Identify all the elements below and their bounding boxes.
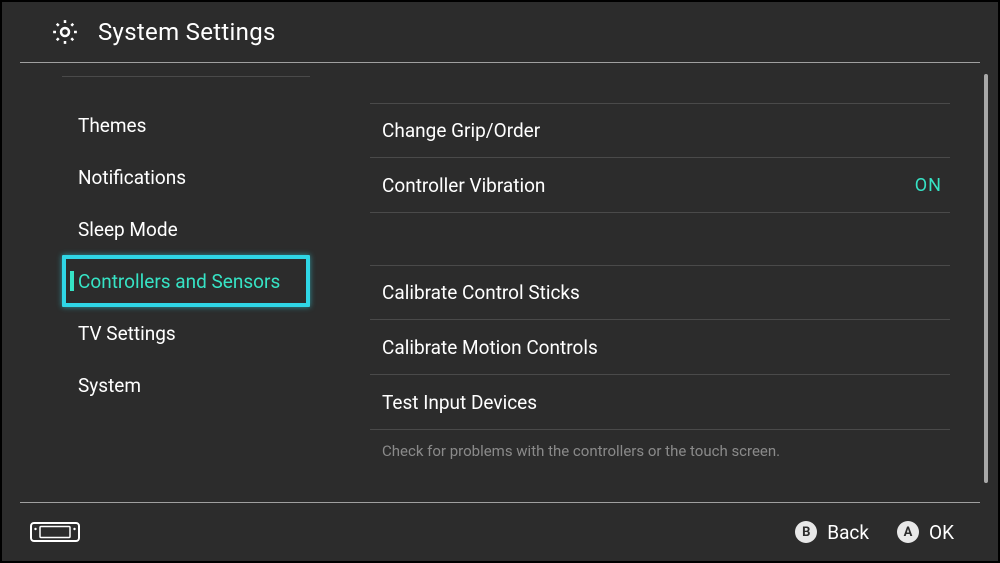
option-label: Calibrate Motion Controls xyxy=(382,336,598,359)
option-label: Change Grip/Order xyxy=(382,119,540,142)
sidebar-item-controllers-sensors[interactable]: Controllers and Sensors xyxy=(62,255,310,307)
a-button-icon: A xyxy=(897,521,919,543)
ok-button[interactable]: A OK xyxy=(897,521,954,544)
page-title: System Settings xyxy=(98,18,276,46)
back-button[interactable]: B Back xyxy=(795,521,869,544)
option-calibrate-motion-controls[interactable]: Calibrate Motion Controls xyxy=(370,320,950,375)
sidebar-item-label: Controllers and Sensors xyxy=(78,270,280,293)
sidebar-item-label: amiibo xyxy=(78,63,139,67)
option-change-grip-order[interactable]: Change Grip/Order xyxy=(370,103,950,158)
sidebar: amiibo Themes Notifications Sleep Mode C… xyxy=(2,63,330,493)
sidebar-item-label: TV Settings xyxy=(78,322,176,345)
button-label: OK xyxy=(929,521,954,544)
b-button-icon: B xyxy=(795,521,817,543)
sidebar-item-label: Notifications xyxy=(78,166,186,189)
sidebar-item-sleep-mode[interactable]: Sleep Mode xyxy=(62,203,310,255)
option-group-gap xyxy=(370,213,950,265)
sidebar-item-label: Sleep Mode xyxy=(78,218,178,241)
sidebar-item-label: Themes xyxy=(78,114,146,137)
sidebar-item-label: System xyxy=(78,374,141,397)
header: System Settings xyxy=(2,2,998,62)
option-value: ON xyxy=(915,175,942,196)
main: amiibo Themes Notifications Sleep Mode C… xyxy=(2,63,998,493)
scrollbar-thumb[interactable] xyxy=(984,74,988,483)
gear-icon xyxy=(50,17,80,47)
sidebar-item-amiibo[interactable]: amiibo xyxy=(62,63,310,77)
footer: B Back A OK xyxy=(2,503,998,561)
helper-text: Check for problems with the controllers … xyxy=(370,430,950,460)
sidebar-item-notifications[interactable]: Notifications xyxy=(62,151,310,203)
option-label: Calibrate Control Sticks xyxy=(382,281,580,304)
button-label: Back xyxy=(827,521,869,544)
console-icon xyxy=(30,520,80,544)
content-panel: Change Grip/Order Controller Vibration O… xyxy=(330,63,998,493)
option-calibrate-control-sticks[interactable]: Calibrate Control Sticks xyxy=(370,265,950,320)
option-label: Controller Vibration xyxy=(382,174,545,197)
sidebar-item-themes[interactable]: Themes xyxy=(62,99,310,151)
sidebar-item-tv-settings[interactable]: TV Settings xyxy=(62,307,310,359)
option-test-input-devices[interactable]: Test Input Devices xyxy=(370,375,950,430)
option-controller-vibration[interactable]: Controller Vibration ON xyxy=(370,158,950,213)
sidebar-item-system[interactable]: System xyxy=(62,359,310,411)
option-label: Test Input Devices xyxy=(382,391,537,414)
scrollbar[interactable] xyxy=(984,74,988,483)
footer-buttons: B Back A OK xyxy=(795,521,954,544)
